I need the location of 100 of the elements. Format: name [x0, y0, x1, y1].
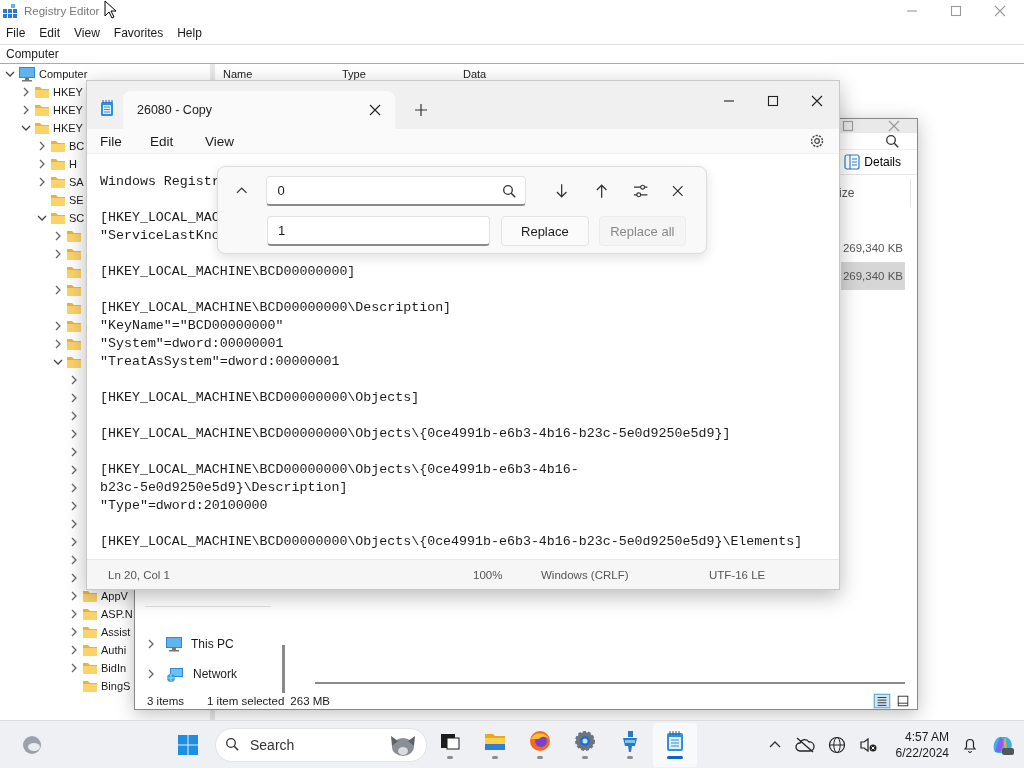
menu-item[interactable]: File — [6, 26, 26, 40]
text-line: [HKEY_LOCAL_MACHINE\BCD00000000\Description] — [100, 299, 452, 317]
menu-item[interactable]: Help — [177, 26, 202, 40]
status-text: Windows (CRLF) — [541, 568, 630, 581]
details-button[interactable]: Details — [844, 150, 901, 174]
address-bar[interactable]: Computer — [0, 44, 1024, 64]
menu-item[interactable]: View — [74, 26, 100, 40]
column-header[interactable]: Data — [463, 68, 487, 80]
text-line: "System"=dword:00000001 — [100, 335, 284, 353]
folder-icon — [82, 643, 98, 657]
tree-item[interactable]: SA — [0, 173, 84, 191]
tab-title: 26080 - Copy — [137, 103, 213, 117]
column-header[interactable]: Name — [223, 68, 342, 80]
tree-item[interactable]: HKEY — [0, 101, 83, 119]
details-icon — [844, 154, 861, 170]
folder-icon — [66, 283, 82, 297]
folder-icon — [66, 247, 82, 261]
text-line: [HKEY_LOCAL_MACHINE\BCD00000000\Objects] — [100, 389, 420, 407]
folder-icon — [66, 301, 82, 315]
arrow-up-icon[interactable] — [593, 183, 610, 199]
menu-item[interactable]: File — [100, 133, 150, 149]
maximize-icon[interactable] — [767, 95, 779, 107]
folder-icon — [66, 229, 82, 243]
computer-icon — [165, 636, 183, 652]
folder-icon — [50, 193, 66, 207]
scrollbar-thumb[interactable] — [282, 645, 285, 693]
close-icon[interactable] — [672, 185, 684, 197]
search-icon[interactable] — [885, 133, 899, 148]
text-line: [HKEY_LOCAL_MACHINE\BCD00000000\Objects\{0ce4991b-e6b3-4b16-b23c-5e0d9250e5d9}] — [100, 425, 731, 443]
status-text: UTF-16 LE — [709, 568, 766, 581]
status-text: 100% — [473, 568, 504, 581]
replace-field[interactable]: 1 — [267, 216, 491, 246]
settings-icon[interactable] — [809, 133, 825, 149]
tree-item[interactable]: H — [0, 155, 77, 173]
tree-item[interactable]: SE — [0, 191, 84, 209]
clock-time[interactable]: 4:57 AM — [904, 728, 949, 745]
tree-item[interactable]: Assist — [0, 623, 131, 641]
tree-item[interactable]: AppV — [0, 587, 128, 605]
tree-item[interactable]: ASP.N — [0, 605, 133, 623]
options-icon[interactable] — [633, 183, 649, 199]
text-line: b23c-5e0d9250e5d9}\Description] — [100, 479, 348, 497]
file-row[interactable]: 269,340 KB — [841, 234, 905, 262]
tree-item[interactable]: Authi — [0, 641, 127, 659]
browser-icon[interactable] — [529, 730, 551, 752]
folder-icon — [82, 607, 98, 621]
menu-item[interactable]: Edit — [39, 26, 61, 40]
folder-icon — [50, 211, 66, 225]
text-line: [HKEY_LOCAL_MACHINE\BCD00000000\Objects\{0ce4991b-e6b3-4b16-b23c-5e0d9250e5d9}\Elements] — [100, 533, 803, 551]
folder-icon — [82, 661, 98, 675]
tab[interactable]: 26080 - Copy — [123, 91, 395, 129]
folder-icon — [34, 103, 50, 117]
menu-item[interactable]: Edit — [150, 133, 205, 149]
folder-icon — [66, 265, 82, 279]
search-icon[interactable] — [502, 184, 517, 198]
menu-item[interactable]: Favorites — [113, 26, 164, 40]
scrollbar-thumb[interactable] — [315, 682, 905, 684]
tree-item[interactable]: BingS — [0, 677, 131, 695]
globe-icon[interactable] — [827, 735, 846, 754]
find-field[interactable]: 0 — [266, 176, 527, 206]
tree-item[interactable]: Computer — [0, 65, 88, 83]
text-line: "Type"=dword:20100000 — [100, 497, 268, 515]
details-view-icon[interactable] — [873, 693, 891, 709]
replace-button[interactable]: Replace — [501, 216, 589, 246]
folder-icon — [82, 625, 98, 639]
size-cell: 269,340 KB — [842, 270, 903, 282]
text-line: Windows Registr — [100, 173, 220, 191]
plus-icon[interactable] — [415, 104, 427, 116]
column-header[interactable]: Type — [342, 68, 463, 80]
notepad-icon[interactable] — [664, 730, 686, 752]
status-text: 1 item selected — [207, 695, 285, 707]
column-header[interactable]: ize — [839, 186, 855, 200]
folder-icon — [66, 355, 82, 369]
tiles-view-icon[interactable] — [895, 693, 911, 709]
folder-icon — [50, 139, 66, 153]
menu-item[interactable]: View — [205, 133, 235, 149]
folder-icon — [82, 589, 98, 603]
arrow-down-icon[interactable] — [554, 183, 570, 199]
close-icon[interactable] — [811, 95, 823, 107]
tree-item[interactable]: HKEY — [0, 119, 83, 137]
tree-item[interactable]: SC — [0, 209, 85, 227]
search-field[interactable]: Search — [215, 727, 427, 762]
settings-icon[interactable] — [574, 730, 596, 752]
status-text: 263 MB — [290, 695, 330, 707]
start-icon[interactable] — [177, 733, 199, 756]
tree-item[interactable]: BidIn — [0, 659, 127, 677]
folder-icon — [34, 85, 50, 99]
search-icon — [225, 736, 241, 753]
status-text: 3 items — [147, 695, 186, 707]
clock-date[interactable]: 6/22/2024 — [895, 744, 949, 761]
close-icon[interactable] — [369, 104, 381, 116]
tree-item[interactable]: HKEY — [0, 83, 83, 101]
nav-item[interactable]: This PC — [135, 629, 281, 659]
text-line: [HKEY_LOCAL_MACHINE\BCD00000000] — [100, 263, 356, 281]
speaker-muted-icon[interactable] — [858, 736, 877, 753]
text-line: [HKEY_LOCAL_MAC — [100, 209, 220, 227]
cloud-off-icon[interactable] — [794, 736, 815, 753]
registry-icon — [2, 3, 18, 19]
nav-item[interactable]: Network — [135, 659, 281, 689]
file-row[interactable]: 269,340 KB — [841, 262, 905, 290]
tree-item[interactable]: BC — [0, 137, 85, 155]
